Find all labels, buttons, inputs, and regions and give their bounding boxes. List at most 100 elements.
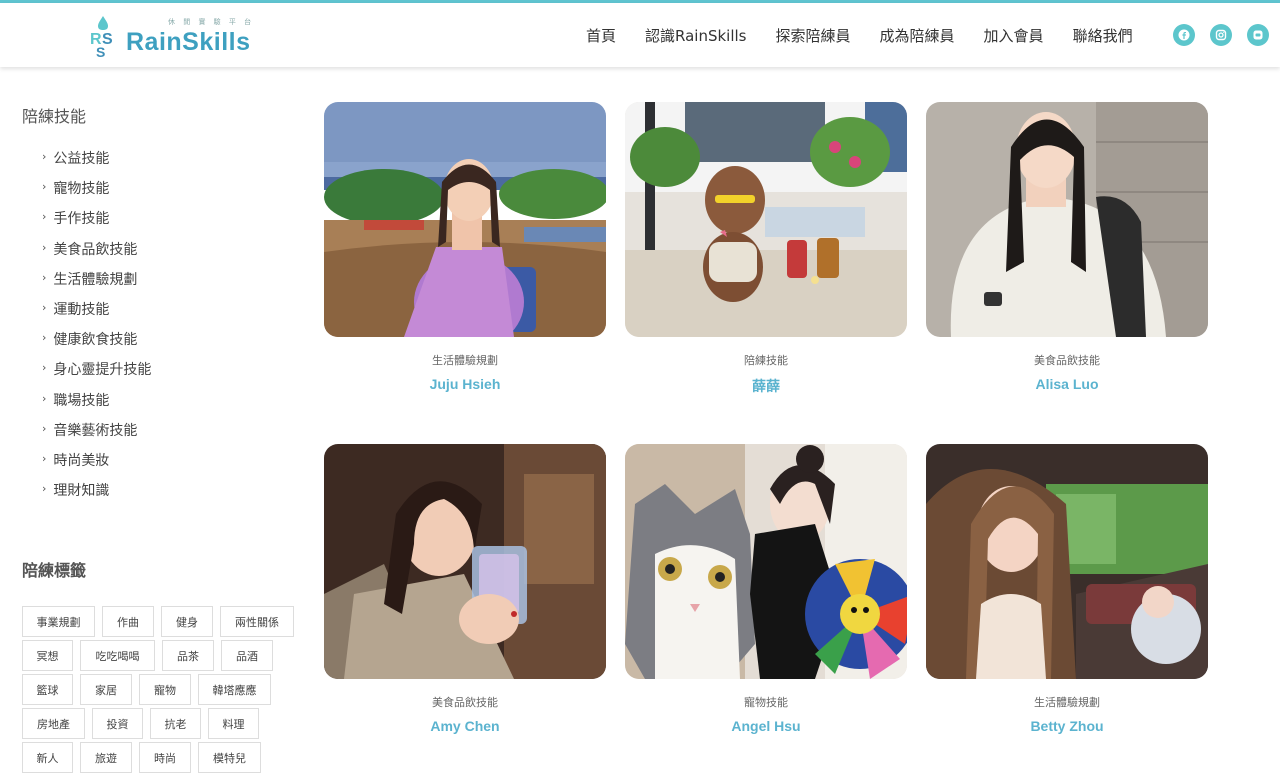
trainer-category: 美食品飲技能 [432, 696, 498, 709]
tag[interactable]: 事業規劃 [22, 606, 95, 637]
nav-contact[interactable]: 聯絡我們 [1073, 25, 1133, 46]
category-item[interactable]: › 手作技能 [42, 208, 302, 238]
tag[interactable]: 吃吃喝喝 [80, 640, 155, 671]
logo-tagline: 休 閒 實 驗 平 台 [168, 18, 255, 26]
tag[interactable]: 健身 [161, 606, 213, 637]
chevron-right-icon: › [42, 331, 47, 345]
category-item[interactable]: › 生活體驗規劃 [42, 269, 302, 299]
tag[interactable]: 家居 [80, 674, 132, 705]
social-links [1173, 24, 1269, 46]
logo-name: RainSkills [126, 28, 251, 56]
trainer-card[interactable]: 美食品飲技能 Alisa Luo [926, 102, 1208, 392]
category-label: 美食品飲技能 [53, 241, 138, 258]
tag-cloud: 事業規劃 作曲 健身 兩性關係 冥想 吃吃喝喝 品茶 品酒 籃球 家居 寵物 韓… [22, 606, 312, 776]
trainer-name[interactable]: Amy Chen [324, 718, 606, 734]
trainer-category: 寵物技能 [744, 696, 788, 709]
category-item[interactable]: › 寵物技能 [42, 178, 302, 208]
trainer-name[interactable]: 薛薛 [625, 376, 907, 396]
nav-join-member[interactable]: 加入會員 [984, 25, 1044, 46]
woman-with-glass-photo[interactable] [324, 444, 606, 679]
category-item[interactable]: › 身心靈提升技能 [42, 359, 302, 389]
category-label: 職場技能 [53, 392, 110, 409]
tag[interactable]: 冥想 [22, 640, 73, 671]
tag[interactable]: 模特兒 [198, 742, 261, 773]
category-label: 手作技能 [53, 211, 110, 228]
category-item[interactable]: › 健康飲食技能 [42, 329, 302, 359]
tag[interactable]: 作曲 [102, 606, 154, 637]
chevron-right-icon: › [42, 361, 47, 375]
site-logo[interactable]: R S S 休 閒 實 驗 平 台 RainSkills [90, 13, 251, 59]
tag[interactable]: 時尚 [139, 742, 191, 773]
line-icon[interactable] [1247, 24, 1269, 46]
tag-row: 冥想 吃吃喝喝 品茶 品酒 [22, 640, 312, 671]
category-label: 音樂藝術技能 [53, 422, 138, 439]
poodle-dog-photo[interactable] [625, 102, 907, 337]
category-item[interactable]: › 時尚美妝 [42, 450, 302, 480]
tag-row: 籃球 家居 寵物 韓塔應應 [22, 674, 312, 705]
category-label: 身心靈提升技能 [53, 362, 152, 379]
trainer-name[interactable]: Angel Hsu [625, 718, 907, 734]
woman-white-hoodie-photo[interactable] [926, 102, 1208, 337]
chevron-right-icon: › [42, 240, 47, 254]
trainer-name[interactable]: Juju Hsieh [324, 376, 606, 392]
tag[interactable]: 料理 [208, 708, 259, 739]
woman-with-cat-photo[interactable] [625, 444, 907, 679]
site-header: R S S 休 閒 實 驗 平 台 RainSkills 首頁 認識RainSk… [0, 3, 1280, 67]
tag[interactable]: 新人 [22, 742, 73, 773]
chevron-right-icon: › [42, 210, 47, 224]
category-item[interactable]: › 職場技能 [42, 390, 302, 420]
category-label: 寵物技能 [53, 181, 110, 198]
trainer-card[interactable]: 生活體驗規劃 Betty Zhou [926, 444, 1208, 734]
tag[interactable]: 兩性關係 [220, 606, 294, 637]
tag[interactable]: 韓塔應應 [198, 674, 271, 705]
woman-seaside-photo[interactable] [324, 102, 606, 337]
tag[interactable]: 抗老 [150, 708, 201, 739]
nav-about[interactable]: 認識RainSkills [645, 25, 747, 46]
category-item[interactable]: › 音樂藝術技能 [42, 420, 302, 450]
main-nav: 首頁 認識RainSkills 探索陪練員 成為陪練員 加入會員 聯絡我們 [586, 3, 1162, 67]
sidebar: 陪練技能 › 公益技能 › 寵物技能 › 手作技能 › 美食品飲技能 › 生活體驗規劃 ›… [22, 103, 302, 510]
tags-title: 陪練標籤 [22, 561, 87, 580]
nav-home[interactable]: 首頁 [586, 25, 616, 46]
trainer-category: 生活體驗規劃 [432, 354, 498, 367]
nav-become-trainer[interactable]: 成為陪練員 [880, 25, 955, 46]
category-item[interactable]: › 運動技能 [42, 299, 302, 329]
skills-title: 陪練技能 [22, 107, 87, 126]
category-label: 公益技能 [53, 151, 110, 167]
instagram-icon[interactable] [1210, 24, 1232, 46]
woman-in-car-photo[interactable] [926, 444, 1208, 679]
category-label: 時尚美妝 [53, 452, 110, 469]
nav-explore-trainers[interactable]: 探索陪練員 [776, 25, 851, 46]
chevron-right-icon: › [42, 300, 47, 314]
chevron-right-icon: › [42, 421, 47, 435]
tag-row: 房地產 投資 抗老 料理 [22, 708, 312, 739]
trainer-category: 生活體驗規劃 [1034, 696, 1100, 709]
category-label: 理財知識 [53, 483, 110, 500]
tag[interactable]: 投資 [92, 708, 143, 739]
svg-text:S: S [96, 44, 105, 58]
trainer-card[interactable]: 陪練技能 薛薛 [625, 102, 907, 396]
facebook-icon[interactable] [1173, 24, 1195, 46]
logo-mark-icon: R S S [90, 16, 113, 58]
category-label: 健康飲食技能 [53, 332, 138, 349]
category-item[interactable]: › 美食品飲技能 [42, 239, 302, 269]
skill-category-list: › 公益技能 › 寵物技能 › 手作技能 › 美食品飲技能 › 生活體驗規劃 › 運動技能 … [22, 148, 302, 510]
chevron-right-icon: › [42, 150, 47, 163]
trainer-card[interactable]: 寵物技能 Angel Hsu [625, 444, 907, 734]
tag[interactable]: 品酒 [221, 640, 273, 671]
trainer-card[interactable]: 美食品飲技能 Amy Chen [324, 444, 606, 734]
tag[interactable]: 寵物 [139, 674, 191, 705]
tag[interactable]: 品茶 [162, 640, 214, 671]
category-item[interactable]: › 公益技能 [42, 148, 302, 178]
trainer-card[interactable]: 生活體驗規劃 Juju Hsieh [324, 102, 606, 392]
tag[interactable]: 籃球 [22, 674, 73, 705]
chevron-right-icon: › [42, 451, 47, 465]
trainer-name[interactable]: Alisa Luo [926, 376, 1208, 392]
tag[interactable]: 旅遊 [80, 742, 132, 773]
chevron-right-icon: › [42, 270, 47, 284]
category-item[interactable]: › 理財知識 [42, 480, 302, 510]
chevron-right-icon: › [42, 482, 47, 496]
tag[interactable]: 房地產 [22, 708, 85, 739]
trainer-name[interactable]: Betty Zhou [926, 718, 1208, 734]
category-label: 運動技能 [53, 301, 110, 318]
